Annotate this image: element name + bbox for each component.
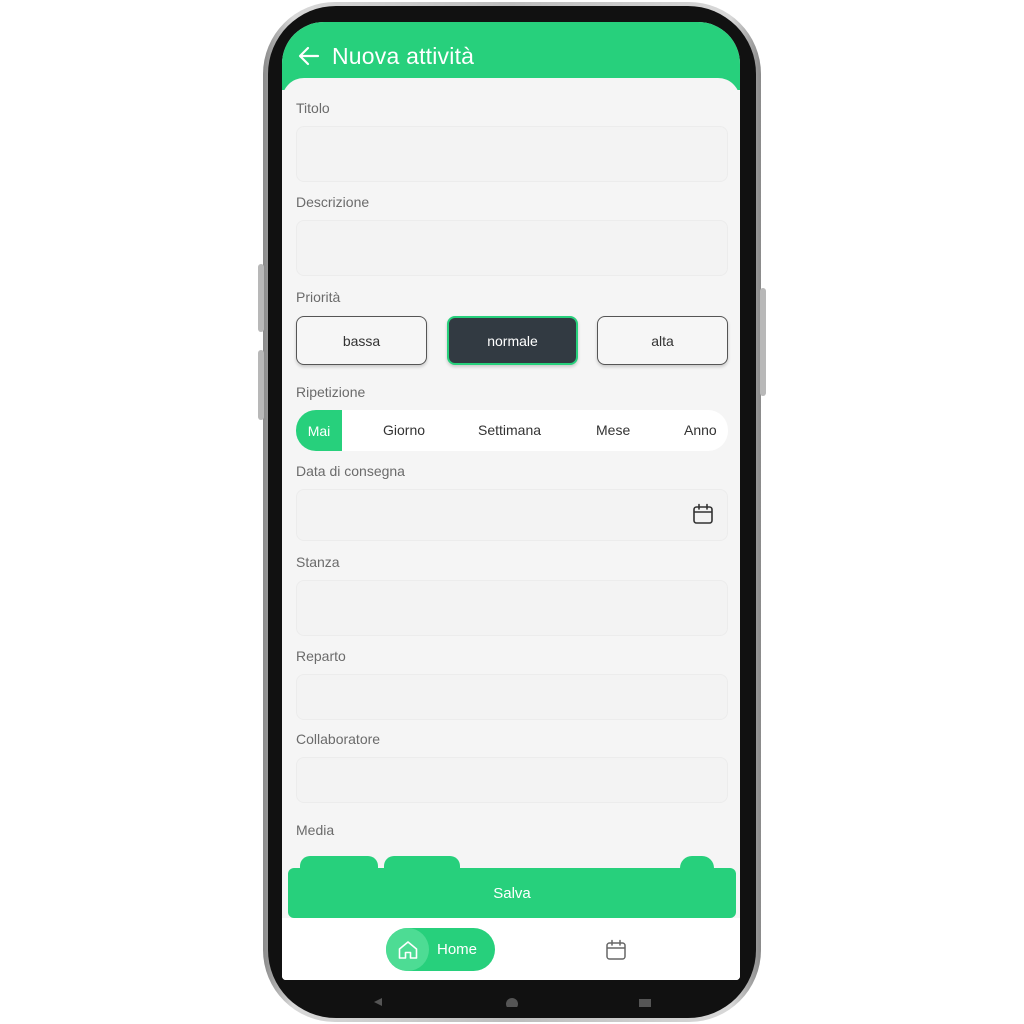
- home-icon: [386, 928, 429, 971]
- priority-label: Priorità: [296, 289, 341, 305]
- media-label: Media: [296, 822, 335, 838]
- collaborator-input[interactable]: [296, 757, 728, 803]
- nav-home-label: Home: [437, 941, 478, 958]
- title-label: Titolo: [296, 100, 330, 116]
- department-input[interactable]: [296, 674, 728, 720]
- priority-high-button[interactable]: alta: [597, 316, 728, 365]
- system-back-icon[interactable]: [372, 994, 384, 1012]
- title-input[interactable]: [296, 126, 728, 182]
- arrow-left-icon[interactable]: [296, 43, 322, 69]
- nav-home-tab[interactable]: Home: [386, 928, 495, 971]
- repeat-option-day[interactable]: Giorno: [383, 422, 425, 438]
- room-label: Stanza: [296, 554, 340, 570]
- power-button: [760, 288, 766, 396]
- priority-low-button[interactable]: bassa: [296, 316, 427, 365]
- save-button[interactable]: Salva: [288, 868, 736, 918]
- system-recents-icon[interactable]: [638, 994, 652, 1012]
- due-date-label: Data di consegna: [296, 463, 405, 479]
- system-home-icon[interactable]: [505, 994, 519, 1012]
- media-chip[interactable]: [384, 856, 460, 868]
- volume-down-button: [258, 350, 264, 420]
- bottom-nav: Home: [282, 918, 740, 980]
- media-chip[interactable]: [300, 856, 378, 868]
- repeat-selector: Mai Giorno Settimana Mese Anno: [296, 410, 728, 451]
- department-label: Reparto: [296, 648, 346, 664]
- description-input[interactable]: [296, 220, 728, 276]
- repeat-option-month[interactable]: Mese: [596, 422, 630, 438]
- collaborator-label: Collaboratore: [296, 731, 381, 747]
- repeat-option-never[interactable]: Mai: [296, 410, 342, 451]
- volume-up-button: [258, 264, 264, 332]
- calendar-icon[interactable]: [691, 502, 715, 526]
- phone-screen: Nuova attività Titolo Descrizione Priori…: [282, 22, 740, 980]
- repeat-option-year[interactable]: Anno: [684, 422, 717, 438]
- description-label: Descrizione: [296, 194, 370, 210]
- priority-normal-button[interactable]: normale: [447, 316, 578, 365]
- repeat-option-week[interactable]: Settimana: [478, 422, 541, 438]
- room-input[interactable]: [296, 580, 728, 636]
- repeat-label: Ripetizione: [296, 384, 366, 400]
- form-content: Titolo Descrizione Priorità bassa normal…: [282, 78, 740, 980]
- due-date-input[interactable]: [296, 489, 728, 541]
- page-title: Nuova attività: [332, 42, 475, 69]
- calendar-icon[interactable]: [604, 938, 628, 962]
- add-media-button[interactable]: [680, 856, 714, 868]
